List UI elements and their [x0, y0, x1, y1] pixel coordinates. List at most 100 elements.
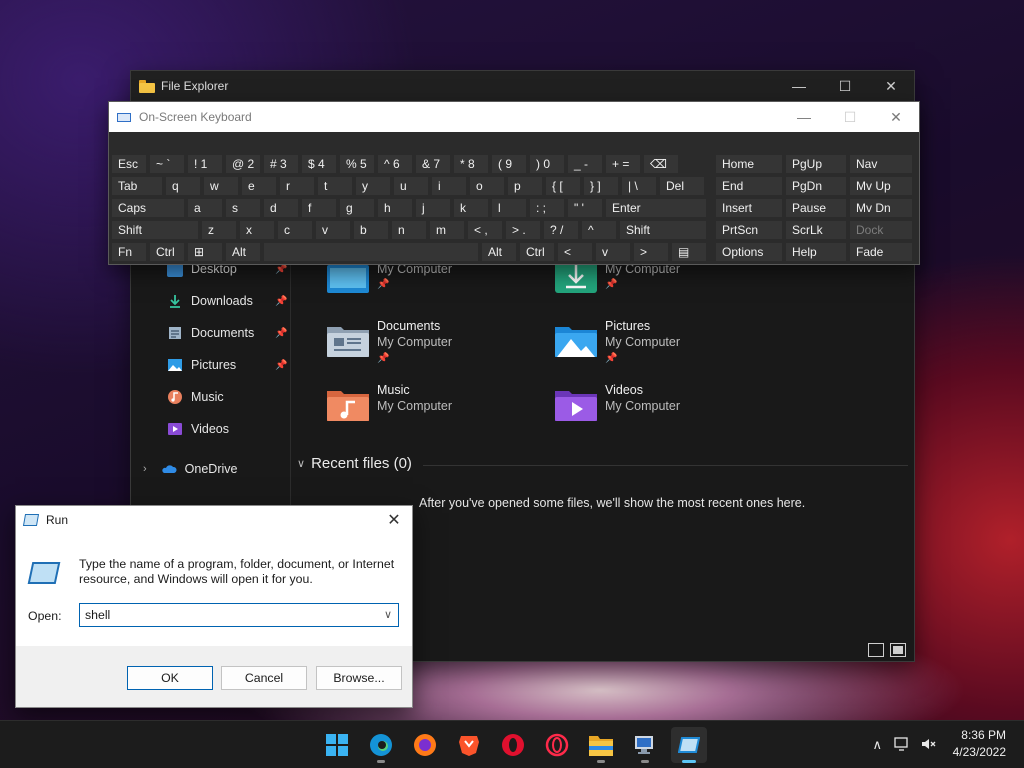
key-0[interactable]: ) 0: [529, 154, 565, 174]
key-a[interactable]: a: [187, 198, 223, 218]
key-symbol[interactable]: + =: [605, 154, 641, 174]
key-symbol[interactable]: >: [633, 242, 669, 262]
opera-gx-taskbar-button[interactable]: [539, 727, 575, 763]
key-fade[interactable]: Fade: [849, 242, 913, 262]
key-9[interactable]: ( 9: [491, 154, 527, 174]
key-shift[interactable]: Shift: [111, 220, 199, 240]
recent-files-header[interactable]: ∨ Recent files (0): [297, 455, 412, 472]
brave-taskbar-button[interactable]: [451, 727, 487, 763]
volume-muted-icon[interactable]: [920, 737, 936, 754]
key-symbol[interactable]: } ]: [583, 176, 619, 196]
nav-item-onedrive[interactable]: › OneDrive: [143, 458, 237, 480]
key-i[interactable]: i: [431, 176, 467, 196]
key-prtscn[interactable]: PrtScn: [715, 220, 783, 240]
key-fn[interactable]: Fn: [111, 242, 147, 262]
file-explorer-taskbar-button[interactable]: [583, 727, 619, 763]
browse-button[interactable]: Browse...: [316, 666, 402, 690]
maximize-button[interactable]: ☐: [827, 102, 873, 132]
key-s[interactable]: s: [225, 198, 261, 218]
key-t[interactable]: t: [317, 176, 353, 196]
maximize-button[interactable]: ☐: [822, 71, 868, 101]
nav-item-downloads[interactable]: Downloads 📌: [167, 290, 287, 312]
key-del[interactable]: Del: [659, 176, 705, 196]
close-button[interactable]: ✕: [376, 510, 412, 530]
start-button[interactable]: [319, 727, 355, 763]
key-6[interactable]: ^ 6: [377, 154, 413, 174]
key-mv-dn[interactable]: Mv Dn: [849, 198, 913, 218]
key-symbol[interactable]: | \: [621, 176, 657, 196]
clock[interactable]: 8:36 PM 4/23/2022: [953, 727, 1006, 761]
key-g[interactable]: g: [339, 198, 375, 218]
quick-access-pictures[interactable]: Pictures My Computer 📌: [555, 319, 775, 375]
opera-taskbar-button[interactable]: [495, 727, 531, 763]
key-pause[interactable]: Pause: [785, 198, 847, 218]
explorer-titlebar[interactable]: File Explorer — ☐ ✕: [131, 71, 914, 101]
network-icon[interactable]: [894, 737, 910, 754]
key-symbol[interactable]: ⌫: [643, 154, 679, 174]
key-o[interactable]: o: [469, 176, 505, 196]
key-r[interactable]: r: [279, 176, 315, 196]
key-f[interactable]: f: [301, 198, 337, 218]
key-k[interactable]: k: [453, 198, 489, 218]
key-options[interactable]: Options: [715, 242, 783, 262]
cancel-button[interactable]: Cancel: [221, 666, 307, 690]
key-3[interactable]: # 3: [263, 154, 299, 174]
key-enter[interactable]: Enter: [605, 198, 707, 218]
edge-taskbar-button[interactable]: [363, 727, 399, 763]
key-scrlk[interactable]: ScrLk: [785, 220, 847, 240]
key-ctrl[interactable]: Ctrl: [519, 242, 555, 262]
key-symbol[interactable]: > .: [505, 220, 541, 240]
key-nav[interactable]: Nav: [849, 154, 913, 174]
details-view-icon[interactable]: [868, 643, 884, 657]
quick-access-documents[interactable]: Documents My Computer 📌: [327, 319, 547, 375]
key-symbol[interactable]: { [: [545, 176, 581, 196]
key-p[interactable]: p: [507, 176, 543, 196]
quick-access-music[interactable]: Music My Computer: [327, 383, 547, 439]
key-alt[interactable]: Alt: [225, 242, 261, 262]
nav-item-documents[interactable]: Documents 📌: [167, 322, 287, 344]
run-titlebar[interactable]: Run ✕: [16, 506, 412, 534]
key-z[interactable]: z: [201, 220, 237, 240]
key-esc[interactable]: Esc: [111, 154, 147, 174]
nav-item-pictures[interactable]: Pictures 📌: [167, 354, 287, 376]
chevron-down-icon[interactable]: ∨: [384, 608, 392, 621]
key-symbol[interactable]: ⊞: [187, 242, 223, 262]
nav-item-videos[interactable]: Videos: [167, 418, 229, 440]
key-5[interactable]: % 5: [339, 154, 375, 174]
key-x[interactable]: x: [239, 220, 275, 240]
key-u[interactable]: u: [393, 176, 429, 196]
key-symbol[interactable]: ? /: [543, 220, 579, 240]
key-7[interactable]: & 7: [415, 154, 451, 174]
key-symbol[interactable]: : ;: [529, 198, 565, 218]
ok-button[interactable]: OK: [127, 666, 213, 690]
key-symbol[interactable]: ▤: [671, 242, 707, 262]
key-symbol[interactable]: < ,: [467, 220, 503, 240]
key-w[interactable]: w: [203, 176, 239, 196]
nav-item-music[interactable]: Music: [167, 386, 224, 408]
run-taskbar-button[interactable]: [671, 727, 707, 763]
open-input[interactable]: shell ∨: [79, 603, 399, 627]
key-j[interactable]: j: [415, 198, 451, 218]
minimize-button[interactable]: —: [776, 71, 822, 101]
key-insert[interactable]: Insert: [715, 198, 783, 218]
close-button[interactable]: ✕: [873, 102, 919, 132]
quick-access-videos[interactable]: Videos My Computer: [555, 383, 775, 439]
key-8[interactable]: * 8: [453, 154, 489, 174]
key-d[interactable]: d: [263, 198, 299, 218]
minimize-button[interactable]: —: [781, 102, 827, 132]
key-2[interactable]: @ 2: [225, 154, 261, 174]
key-tab[interactable]: Tab: [111, 176, 163, 196]
key-alt[interactable]: Alt: [481, 242, 517, 262]
key-mv-up[interactable]: Mv Up: [849, 176, 913, 196]
key-caps[interactable]: Caps: [111, 198, 185, 218]
key-y[interactable]: y: [355, 176, 391, 196]
key-home[interactable]: Home: [715, 154, 783, 174]
key-symbol[interactable]: _ -: [567, 154, 603, 174]
key-symbol[interactable]: ^: [581, 220, 617, 240]
key-ctrl[interactable]: Ctrl: [149, 242, 185, 262]
key-l[interactable]: l: [491, 198, 527, 218]
firefox-taskbar-button[interactable]: [407, 727, 443, 763]
key-dock[interactable]: Dock: [849, 220, 913, 240]
key-1[interactable]: ! 1: [187, 154, 223, 174]
chevron-right-icon[interactable]: ›: [143, 463, 147, 475]
